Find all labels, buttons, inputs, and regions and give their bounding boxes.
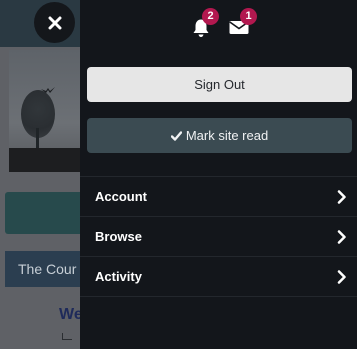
menu-item-label: Account bbox=[95, 189, 147, 204]
sign-out-button[interactable]: Sign Out bbox=[87, 67, 352, 102]
background-page: The Cour We bbox=[0, 0, 80, 349]
menu-item-browse[interactable]: Browse bbox=[80, 216, 357, 256]
background-button bbox=[5, 192, 80, 234]
menu-item-label: Browse bbox=[95, 229, 142, 244]
notifications-badge: 2 bbox=[202, 8, 219, 25]
sign-out-label: Sign Out bbox=[194, 77, 245, 92]
chevron-right-icon bbox=[337, 190, 346, 204]
banner-text: The Cour bbox=[18, 261, 77, 277]
messages-badge: 1 bbox=[240, 8, 257, 25]
tree-trunk bbox=[36, 128, 39, 150]
bird-image bbox=[41, 87, 55, 93]
chevron-right-icon bbox=[337, 270, 346, 284]
menu-divider bbox=[80, 296, 357, 297]
background-heading: We bbox=[59, 306, 80, 323]
background-banner: The Cour bbox=[5, 251, 80, 287]
notification-row: 2 1 bbox=[80, 0, 357, 48]
messages-button[interactable]: 1 bbox=[227, 8, 257, 40]
chevron-right-icon bbox=[337, 230, 346, 244]
header-photo bbox=[9, 50, 80, 172]
menu-item-label: Activity bbox=[95, 269, 142, 284]
close-icon bbox=[48, 16, 61, 29]
mark-site-read-label: Mark site read bbox=[185, 128, 269, 143]
user-menu-list: Account Browse Activity bbox=[80, 176, 357, 297]
background-corner-mark bbox=[62, 333, 72, 340]
menu-item-activity[interactable]: Activity bbox=[80, 256, 357, 296]
close-menu-button[interactable] bbox=[34, 2, 75, 43]
ground-image bbox=[9, 148, 80, 172]
menu-item-account[interactable]: Account bbox=[80, 176, 357, 216]
checkmark-icon bbox=[170, 130, 182, 141]
user-menu-panel: 2 1 Sign Out Mark site read Account Brow… bbox=[80, 0, 357, 349]
notifications-button[interactable]: 2 bbox=[189, 8, 219, 40]
mark-site-read-button[interactable]: Mark site read bbox=[87, 118, 352, 153]
